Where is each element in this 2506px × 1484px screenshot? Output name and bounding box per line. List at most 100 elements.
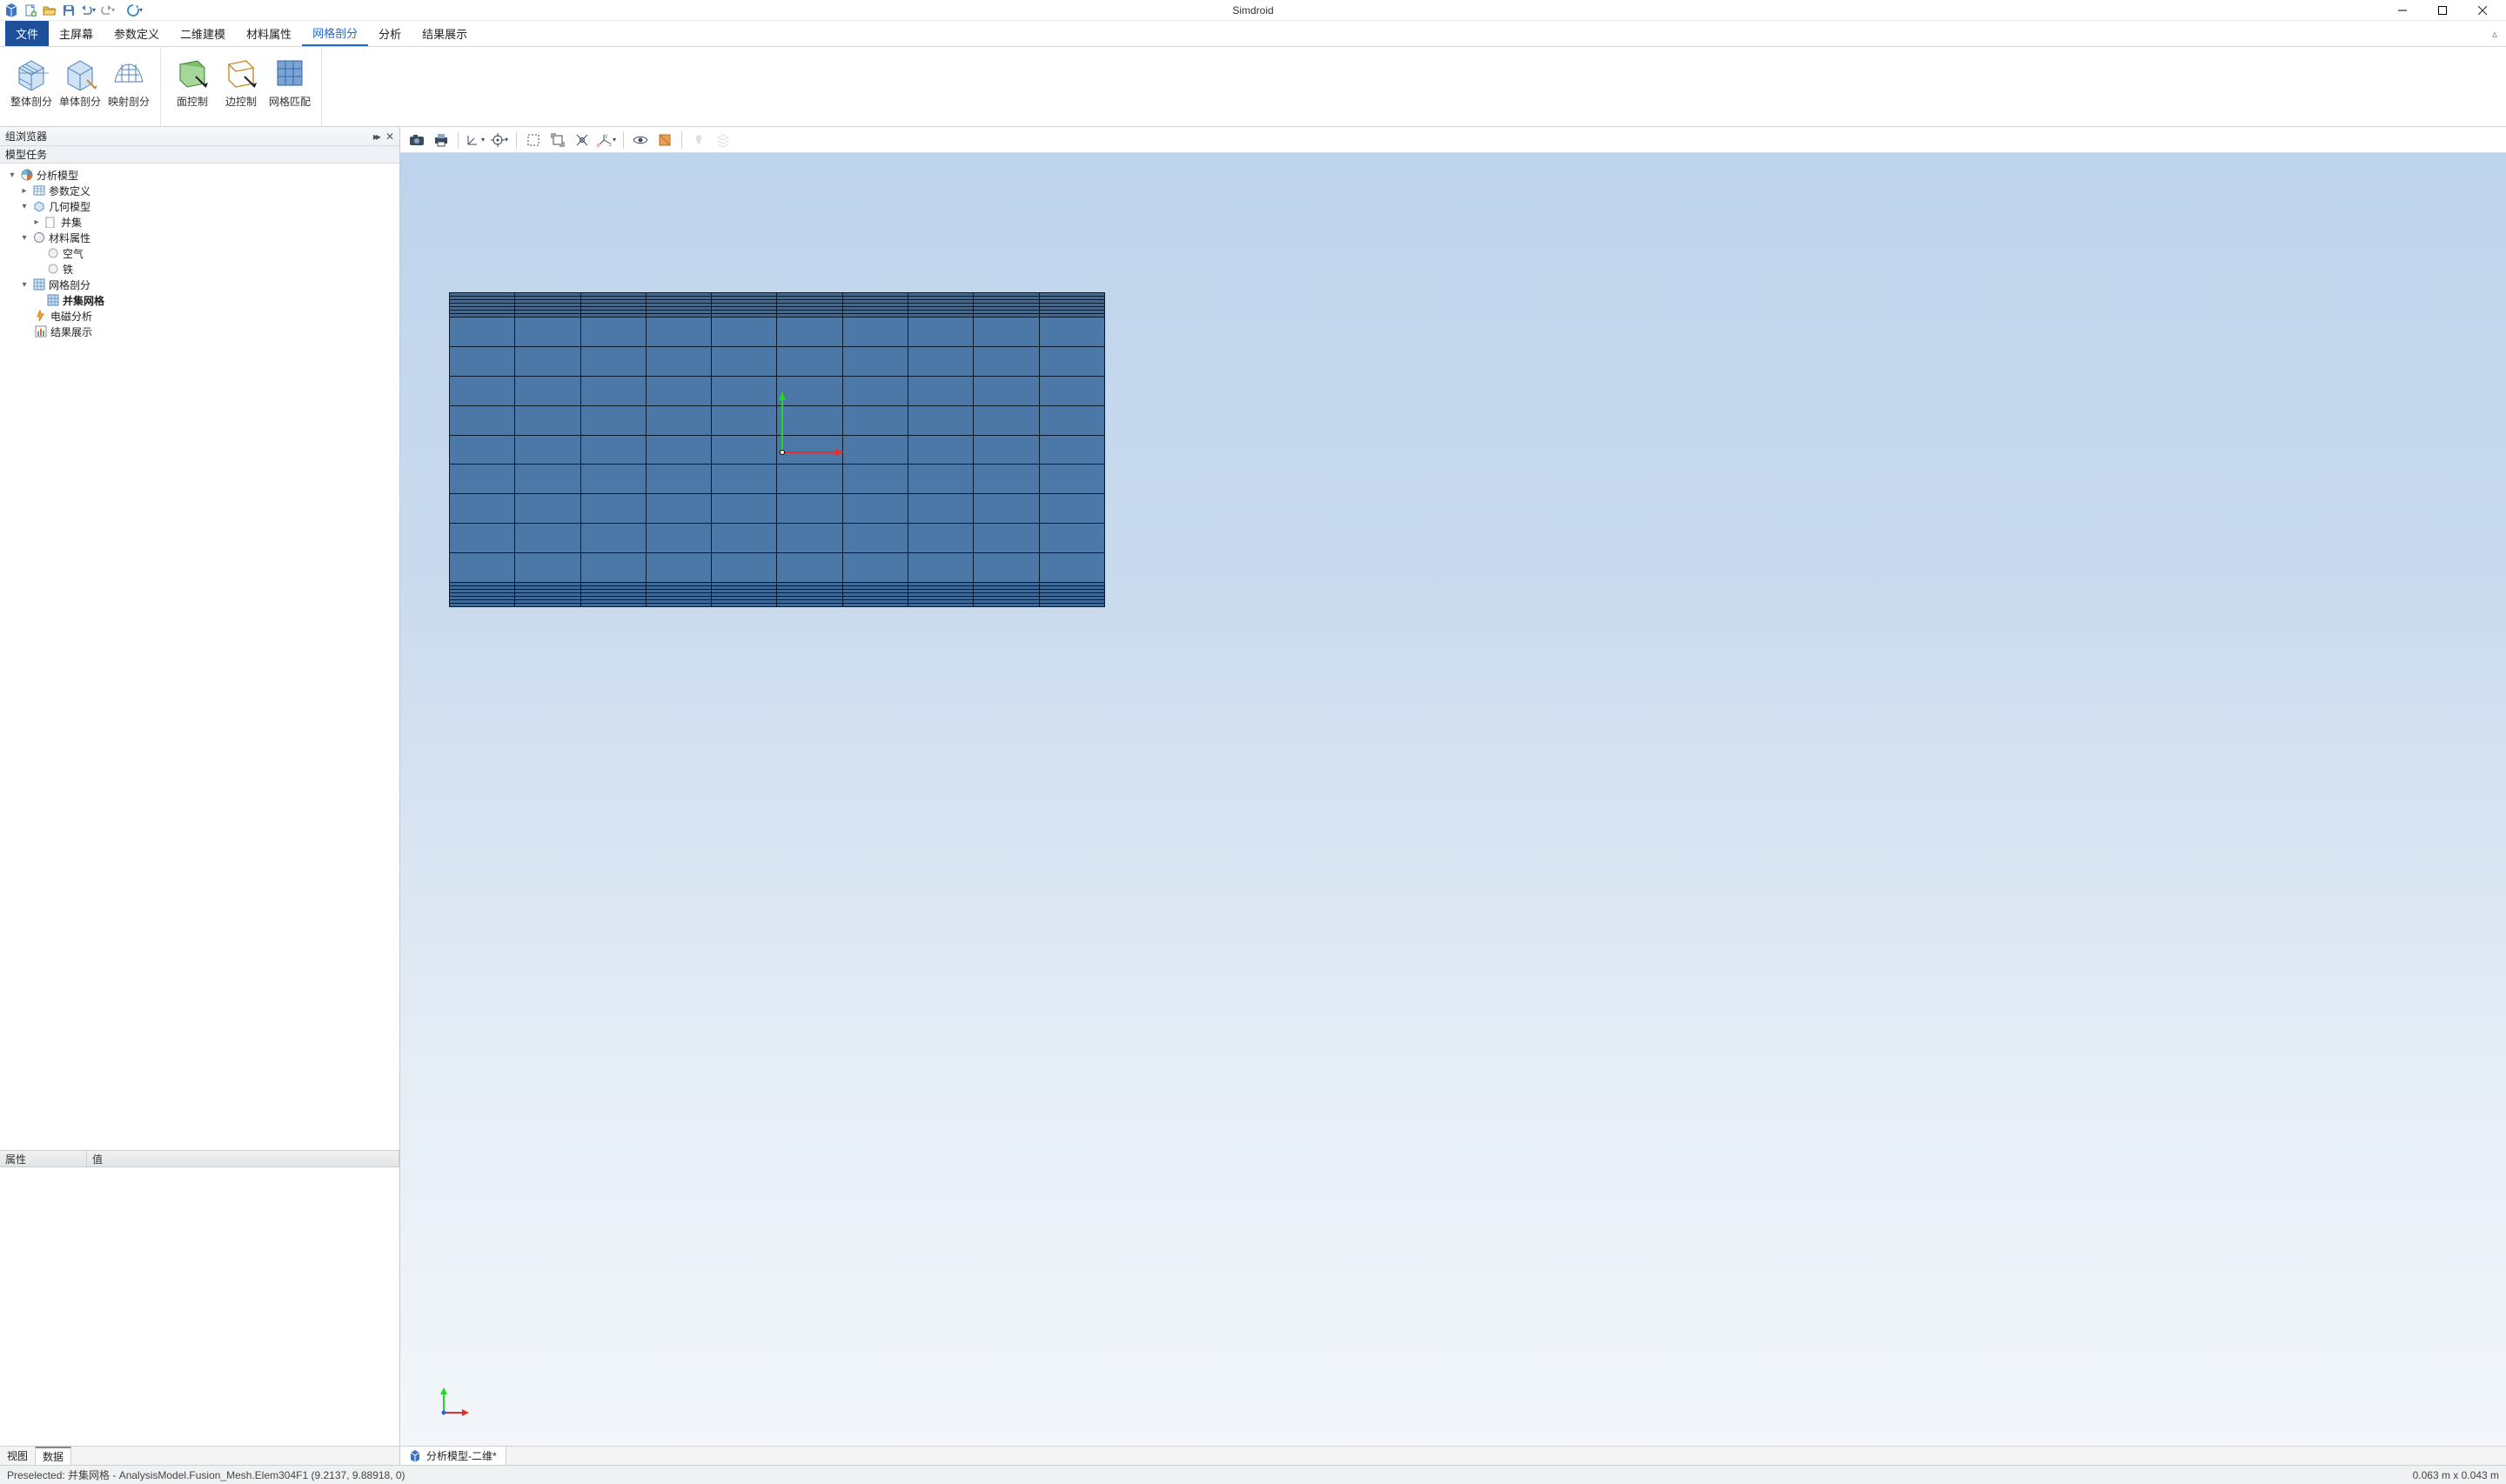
refresh-icon[interactable]: ▾ bbox=[127, 3, 143, 18]
axis-style-icon[interactable]: ▾ bbox=[464, 130, 486, 150]
status-message: Preselected: 并集网格 - AnalysisModel.Fusion… bbox=[7, 1467, 405, 1482]
properties-body bbox=[0, 1167, 399, 1446]
viewport-toolbar: ▾ ▾ xyz▾ bbox=[400, 127, 2506, 153]
viewport-tab[interactable]: 分析模型-二维* bbox=[400, 1447, 506, 1465]
mesh-match-button[interactable]: 网格匹配 bbox=[265, 52, 314, 109]
tree-material-label: 材料属性 bbox=[49, 231, 90, 245]
mesh-model[interactable] bbox=[449, 292, 1105, 607]
edge-control-button[interactable]: 边控制 bbox=[217, 52, 265, 109]
tab-material[interactable]: 材料属性 bbox=[236, 21, 302, 46]
edge-control-icon bbox=[224, 56, 258, 90]
tab-file[interactable]: 文件 bbox=[5, 21, 49, 46]
print-icon[interactable] bbox=[430, 130, 452, 150]
expand-icon[interactable]: ▸ bbox=[19, 186, 30, 196]
rotate-icon[interactable] bbox=[571, 130, 593, 150]
browser-title: 组浏览器 bbox=[5, 129, 47, 144]
tree-em-label: 电磁分析 bbox=[50, 309, 92, 324]
tree-air[interactable]: 空气 bbox=[3, 245, 396, 261]
maximize-button[interactable] bbox=[2422, 0, 2462, 21]
tab-mesh[interactable]: 网格剖分 bbox=[302, 21, 368, 46]
map-mesh-icon bbox=[111, 56, 146, 90]
tree-air-label: 空气 bbox=[63, 246, 84, 261]
panel-close-icon[interactable]: ✕ bbox=[385, 130, 394, 143]
fit-icon[interactable] bbox=[546, 130, 569, 150]
layer-icon bbox=[712, 130, 734, 150]
whole-mesh-label: 整体剖分 bbox=[10, 94, 52, 109]
ribbon-collapse-icon[interactable]: ▵ bbox=[2483, 21, 2506, 46]
close-button[interactable] bbox=[2462, 0, 2503, 21]
chart-icon bbox=[34, 324, 48, 338]
edge-control-label: 边控制 bbox=[225, 94, 257, 109]
tab-param[interactable]: 参数定义 bbox=[104, 21, 170, 46]
tree-union-label: 并集 bbox=[61, 215, 82, 230]
mesh-icon bbox=[32, 277, 46, 291]
app-icon[interactable] bbox=[3, 3, 19, 18]
tree-geom[interactable]: ▾几何模型 bbox=[3, 198, 396, 214]
light-icon bbox=[687, 130, 710, 150]
expand-icon[interactable]: ▸ bbox=[31, 217, 42, 227]
titlebar: ▾ ▾ ▾ Simdroid bbox=[0, 0, 2506, 21]
geom-icon bbox=[32, 199, 46, 213]
single-mesh-button[interactable]: 单体剖分 bbox=[56, 52, 104, 109]
single-mesh-label: 单体剖分 bbox=[59, 94, 101, 109]
svg-text:x: x bbox=[597, 144, 600, 147]
save-icon[interactable] bbox=[61, 3, 77, 18]
whole-mesh-button[interactable]: 整体剖分 bbox=[7, 52, 56, 109]
prop-col-val[interactable]: 值 bbox=[87, 1151, 399, 1166]
collapse-icon[interactable]: ▾ bbox=[19, 202, 30, 211]
tree-mesh[interactable]: ▾网格剖分 bbox=[3, 277, 396, 292]
tree-result-label: 结果展示 bbox=[50, 324, 92, 339]
browser-header: 组浏览器 ▸▸ ✕ bbox=[0, 127, 399, 146]
tree-em[interactable]: 电磁分析 bbox=[3, 308, 396, 324]
svg-text:y: y bbox=[605, 134, 607, 139]
face-control-button[interactable]: 面控制 bbox=[168, 52, 217, 109]
redo-icon[interactable]: ▾ bbox=[99, 3, 115, 18]
target-icon[interactable]: ▾ bbox=[488, 130, 511, 150]
tree-union[interactable]: ▸ 并集 bbox=[3, 214, 396, 230]
viewport[interactable] bbox=[400, 153, 2506, 1446]
axes-xyz-icon[interactable]: xyz▾ bbox=[595, 130, 618, 150]
material-icon bbox=[32, 231, 46, 244]
status-bar: Preselected: 并集网格 - AnalysisModel.Fusion… bbox=[0, 1465, 2506, 1484]
tree-param[interactable]: ▸参数定义 bbox=[3, 183, 396, 198]
tree-result[interactable]: 结果展示 bbox=[3, 324, 396, 339]
qat-separator bbox=[118, 3, 124, 18]
ribbon-group-control: 面控制 边控制 网格匹配 bbox=[161, 47, 322, 126]
model-tree[interactable]: ▾ 分析模型 ▸参数定义 ▾几何模型 ▸并集 ▾材料属性 空气 铁 ▾网格剖分 … bbox=[0, 164, 399, 1150]
pin-icon[interactable]: ▸▸ bbox=[373, 130, 379, 143]
select-rect-icon[interactable] bbox=[522, 130, 545, 150]
properties-header: 属性 值 bbox=[0, 1150, 399, 1167]
tab-model[interactable]: 二维建模 bbox=[170, 21, 236, 46]
prop-col-attr[interactable]: 属性 bbox=[0, 1151, 87, 1166]
cube-mesh-icon bbox=[14, 56, 49, 90]
tab-analysis[interactable]: 分析 bbox=[368, 21, 412, 46]
collapse-icon[interactable]: ▾ bbox=[19, 280, 30, 290]
tab-data[interactable]: 数据 bbox=[36, 1447, 71, 1465]
tree-root[interactable]: ▾ 分析模型 bbox=[3, 167, 396, 183]
right-panel: ▾ ▾ xyz▾ bbox=[400, 127, 2506, 1465]
svg-text:z: z bbox=[609, 143, 612, 147]
tab-home[interactable]: 主屏幕 bbox=[49, 21, 104, 46]
tab-view[interactable]: 视图 bbox=[0, 1447, 36, 1465]
map-mesh-button[interactable]: 映射剖分 bbox=[104, 52, 153, 109]
visibility-icon[interactable] bbox=[629, 130, 652, 150]
camera-icon[interactable] bbox=[405, 130, 428, 150]
tree-iron[interactable]: 铁 bbox=[3, 261, 396, 277]
collapse-icon[interactable]: ▾ bbox=[19, 233, 30, 243]
clip-icon[interactable] bbox=[653, 130, 676, 150]
cube-single-icon bbox=[63, 56, 97, 90]
new-icon[interactable] bbox=[23, 3, 38, 18]
minimize-button[interactable] bbox=[2382, 0, 2422, 21]
face-control-label: 面控制 bbox=[177, 94, 208, 109]
mesh-item-icon bbox=[46, 293, 60, 307]
sphere-icon bbox=[46, 262, 60, 276]
tree-material[interactable]: ▾ 材料属性 bbox=[3, 230, 396, 245]
undo-icon[interactable]: ▾ bbox=[80, 3, 96, 18]
collapse-icon[interactable]: ▾ bbox=[7, 170, 17, 180]
param-icon bbox=[32, 184, 46, 197]
viewport-tabs: 分析模型-二维* bbox=[400, 1446, 2506, 1465]
tree-union-mesh[interactable]: 并集网格 bbox=[3, 292, 396, 308]
open-icon[interactable] bbox=[42, 3, 57, 18]
tab-result[interactable]: 结果展示 bbox=[412, 21, 478, 46]
mesh-match-label: 网格匹配 bbox=[269, 94, 311, 109]
